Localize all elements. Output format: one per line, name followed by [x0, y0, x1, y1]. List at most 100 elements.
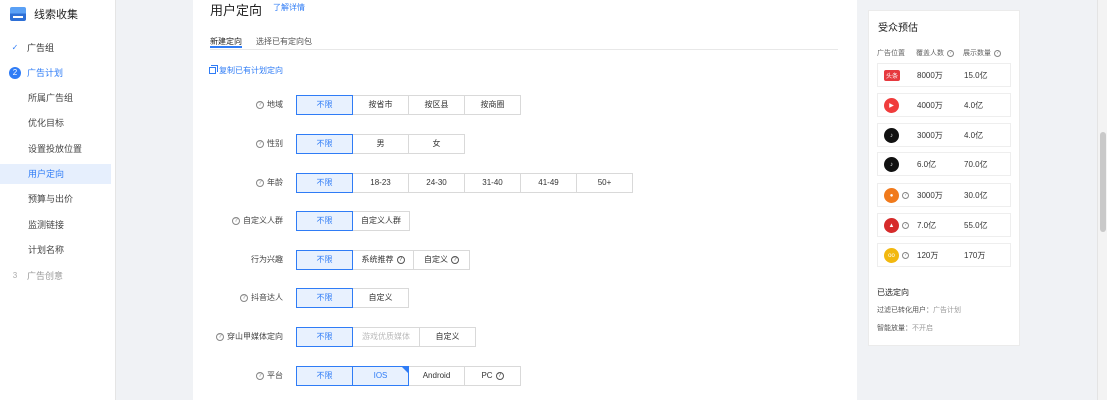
scrollbar-thumb[interactable]: [1100, 132, 1106, 232]
option-button[interactable]: 自定义人群: [352, 211, 410, 231]
tab-new-targeting[interactable]: 新建定向: [210, 36, 242, 48]
row-label-text: 年龄: [267, 178, 283, 187]
option-button[interactable]: 31-40: [464, 173, 521, 193]
sidebar-item-targeting[interactable]: 用户定向: [0, 164, 111, 184]
option-button[interactable]: 24-30: [408, 173, 465, 193]
option-button[interactable]: 不限: [296, 134, 353, 154]
option-label: 31-40: [482, 178, 503, 187]
option-button[interactable]: 自定义?: [413, 250, 470, 270]
coverage-value: 120万: [917, 251, 939, 260]
xigua-video-icon: ▶: [884, 98, 899, 113]
row-label-text: 性别: [267, 139, 283, 148]
audience-row: ●? 3000万 30.0亿: [877, 183, 1011, 207]
tab-existing-package[interactable]: 选择已有定向包: [256, 36, 312, 47]
help-icon[interactable]: ?: [396, 256, 405, 264]
copy-targeting-link[interactable]: 复制已有计划定向: [209, 65, 283, 76]
targeting-row-label: 行为兴趣: [251, 250, 283, 270]
option-button[interactable]: 男: [352, 134, 409, 154]
option-label: 自定义人群: [361, 216, 401, 225]
row-label-text: 自定义人群: [243, 216, 283, 225]
option-button[interactable]: 按省市: [352, 95, 409, 115]
targeting-row-label: ? 平台: [256, 366, 283, 386]
option-button[interactable]: 50+: [576, 173, 633, 193]
coverage-value: 6.0亿: [917, 160, 937, 169]
row-label-text: 地域: [267, 100, 283, 109]
option-button[interactable]: 按商圈: [464, 95, 521, 115]
targeting-row: ? 性别 不限 男 女: [193, 134, 833, 154]
help-icon[interactable]: ?: [232, 217, 240, 225]
step-ad-group[interactable]: ✓ 广告组: [9, 41, 54, 54]
sidebar-item-placement[interactable]: 设置投放位置: [0, 139, 111, 159]
option-button[interactable]: 自定义: [352, 288, 409, 308]
audience-title: 受众预估: [878, 23, 918, 34]
sidebar-item-ad-group[interactable]: 所属广告组: [0, 88, 111, 108]
option-label: 不限: [316, 293, 333, 302]
sidebar-item-optimization-goal[interactable]: 优化目标: [0, 113, 111, 133]
step-ad-creative[interactable]: 3 广告创意: [9, 269, 63, 282]
douyin-icon: ♪: [884, 128, 899, 143]
option-button[interactable]: 女: [408, 134, 465, 154]
sidebar-item-tracking[interactable]: 监测链接: [0, 215, 111, 235]
option-label: 不限: [316, 139, 333, 148]
option-button[interactable]: 自定义: [419, 327, 476, 347]
option-button[interactable]: 41-49: [520, 173, 577, 193]
learn-more-link[interactable]: 了解详情: [273, 2, 305, 13]
check-icon: ✓: [11, 43, 19, 52]
header-position-label: 广告位置: [877, 50, 905, 57]
header-position: 广告位置: [877, 48, 905, 58]
option-label: 男: [376, 139, 385, 148]
step-label: 广告创意: [27, 271, 64, 281]
option-group: 不限 按省市 按区县 按商圈: [296, 95, 521, 115]
sidebar-item-plan-name[interactable]: 计划名称: [0, 240, 111, 260]
help-icon[interactable]: ?: [256, 101, 264, 109]
app-logo-icon: [10, 7, 26, 21]
help-icon[interactable]: ?: [451, 256, 459, 264]
header-impressions-label: 展示数量: [963, 50, 991, 57]
impressions-value: 170万: [964, 251, 986, 260]
option-button[interactable]: 不限: [296, 95, 353, 115]
step-label: 广告计划: [27, 68, 64, 78]
sidebar-item-budget[interactable]: 预算与出价: [0, 189, 111, 209]
step-ad-plan[interactable]: 2 广告计划: [9, 66, 63, 79]
option-label: 按商圈: [480, 100, 505, 109]
option-button[interactable]: Android: [408, 366, 465, 386]
help-icon[interactable]: ?: [495, 372, 504, 380]
targeting-tabs: 新建定向 选择已有定向包: [210, 36, 838, 50]
help-icon[interactable]: ?: [256, 179, 264, 187]
help-icon[interactable]: ?: [256, 140, 264, 148]
option-button[interactable]: IOS: [352, 366, 409, 386]
page-scrollbar[interactable]: [1097, 0, 1107, 400]
option-label: 按省市: [368, 100, 393, 109]
option-label: 不限: [316, 332, 333, 341]
targeting-row: ? 地域 不限 按省市 按区县 按商圈: [193, 95, 833, 115]
option-button[interactable]: 不限: [296, 366, 353, 386]
option-button[interactable]: 不限: [296, 211, 353, 231]
option-button[interactable]: 18-23: [352, 173, 409, 193]
help-icon[interactable]: ?: [902, 192, 909, 199]
help-icon[interactable]: ?: [902, 252, 909, 259]
help-icon[interactable]: ?: [947, 49, 954, 57]
help-icon[interactable]: ?: [902, 222, 909, 229]
copy-link-label: 复制已有计划定向: [219, 66, 283, 75]
row-label-text: 行为兴趣: [251, 255, 283, 264]
help-icon[interactable]: ?: [994, 49, 1001, 57]
option-button[interactable]: 系统推荐?: [352, 250, 414, 270]
option-button[interactable]: 游戏优质媒体: [352, 327, 420, 347]
option-button[interactable]: 按区县: [408, 95, 465, 115]
help-icon[interactable]: ?: [256, 372, 264, 380]
option-group: 不限 自定义人群: [296, 211, 410, 231]
option-button[interactable]: 不限: [296, 327, 353, 347]
option-button[interactable]: PC?: [464, 366, 521, 386]
option-group: 不限 男 女: [296, 134, 465, 154]
option-button[interactable]: 不限: [296, 288, 353, 308]
option-label: IOS: [373, 371, 388, 380]
step-number: 2: [9, 66, 21, 79]
help-icon[interactable]: ?: [240, 294, 248, 302]
app-logo: 线索收集: [10, 6, 78, 22]
option-label: 游戏优质媒体: [362, 332, 410, 341]
option-button[interactable]: 不限: [296, 250, 353, 270]
main-content: 用户定向 了解详情 新建定向 选择已有定向包 复制已有计划定向 ? 地域 不限 按省市…: [193, 0, 857, 400]
option-label: 自定义: [424, 255, 448, 264]
option-button[interactable]: 不限: [296, 173, 353, 193]
help-icon[interactable]: ?: [216, 333, 224, 341]
